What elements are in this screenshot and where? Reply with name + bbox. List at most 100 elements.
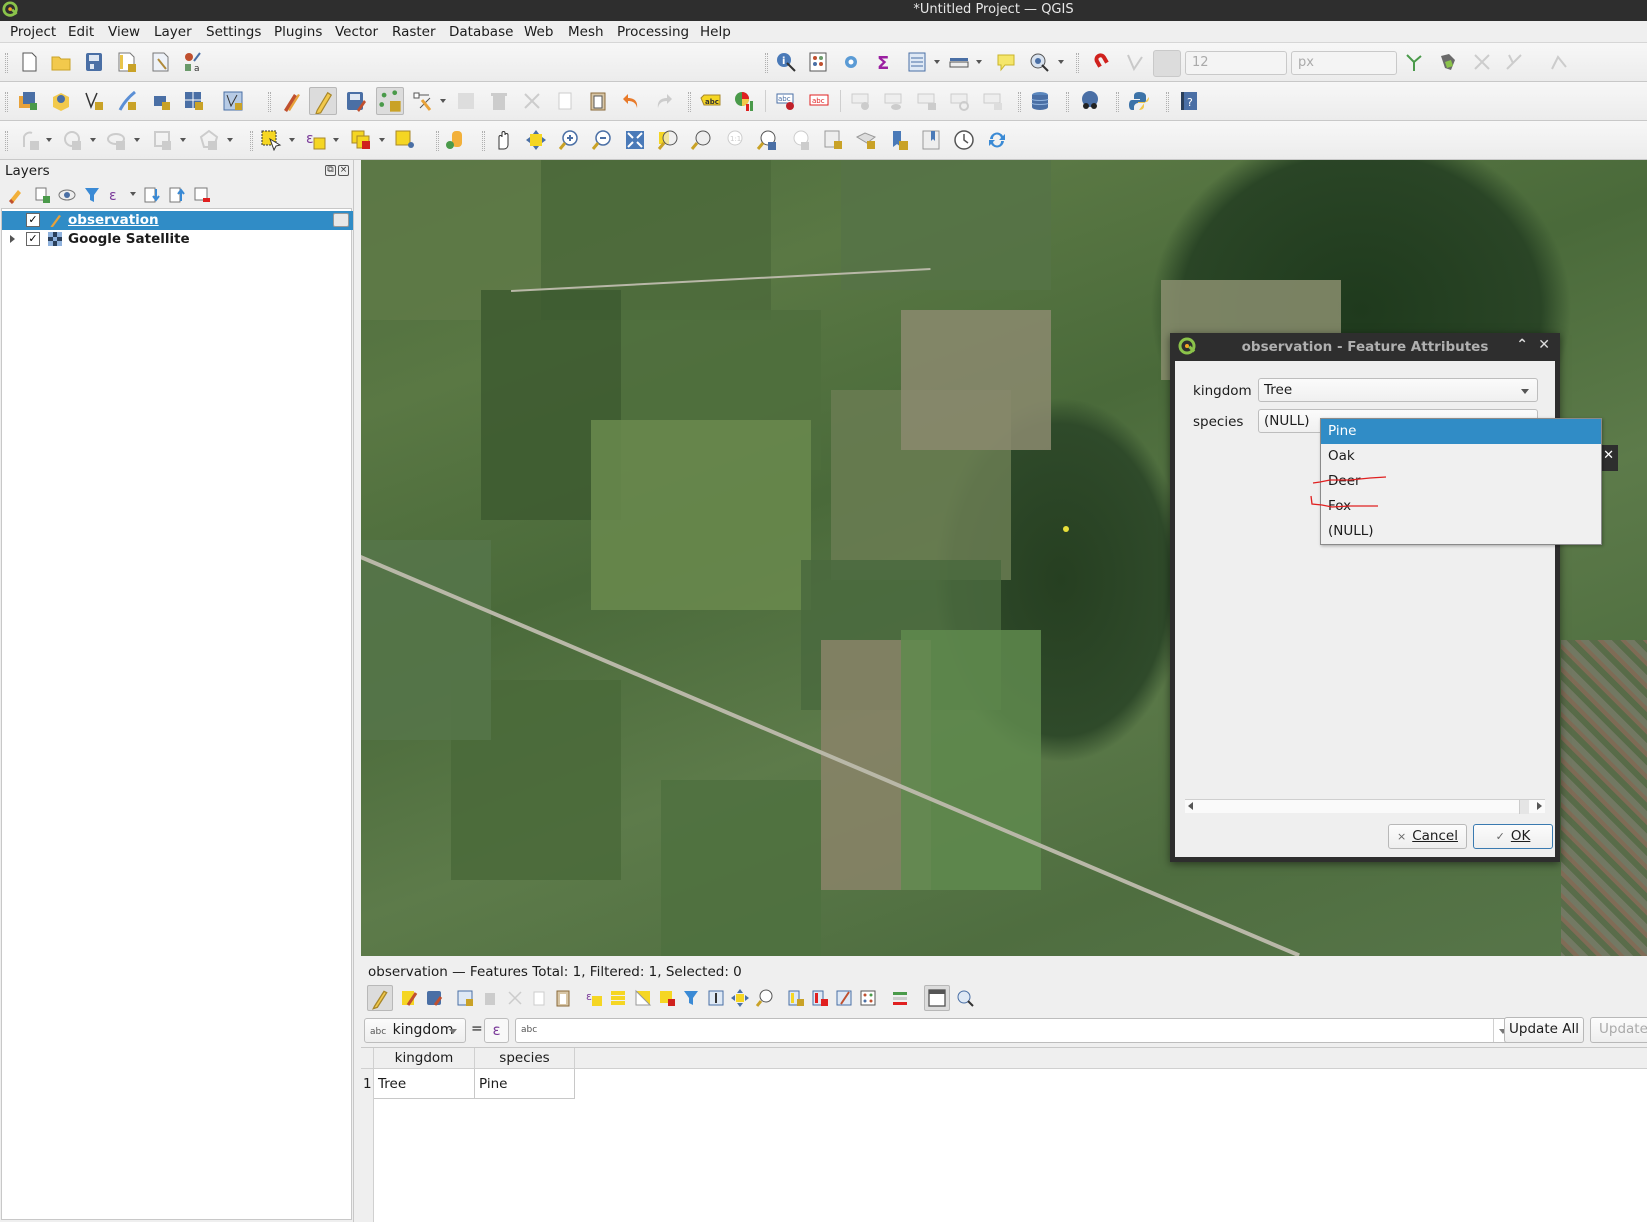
toolbar-grip[interactable] [5,53,8,73]
table-cell-kingdom[interactable]: Tree [374,1069,475,1099]
menu-processing[interactable]: Processing [617,24,689,40]
layer-row-observation[interactable]: ✓ observation [2,211,353,230]
layout-manager-icon[interactable] [150,51,172,73]
show-bookmarks-icon[interactable] [920,129,942,151]
table-cell-species[interactable]: Pine [475,1069,575,1099]
toolbar-grip[interactable] [268,92,271,112]
cancel-button[interactable]: × Cancel [1388,824,1467,849]
pan-map-icon[interactable] [492,129,514,151]
close-panel-icon[interactable]: × [338,165,349,176]
db-manager-icon[interactable] [1029,90,1051,112]
toolbar-grip[interactable] [688,92,691,112]
menu-mesh[interactable]: Mesh [568,24,604,40]
ok-button[interactable]: ✓ OK [1473,824,1553,849]
help-icon[interactable]: ? [1178,90,1200,112]
data-source-manager-icon[interactable] [17,90,39,112]
observation-point-marker[interactable] [1063,526,1069,532]
expression-builder-button[interactable]: ε [484,1018,509,1043]
locator-search-icon[interactable] [1028,51,1050,73]
menu-project[interactable]: Project [10,24,56,40]
dialog-horizontal-scrollbar[interactable] [1185,799,1545,814]
map-tips-icon[interactable] [995,51,1017,73]
snap-tolerance-spinbox[interactable]: 12 [1185,51,1287,75]
menu-help[interactable]: Help [700,24,731,40]
menu-raster[interactable]: Raster [392,24,436,40]
kingdom-select[interactable]: Tree [1258,378,1538,402]
dropdown-option-fox[interactable]: Fox [1321,494,1601,519]
select-by-location-icon[interactable] [394,129,416,151]
pan-to-selection-icon[interactable] [525,129,547,151]
measure-line-icon[interactable] [948,51,970,73]
expand-all-icon[interactable] [143,186,161,204]
open-project-icon[interactable] [50,51,72,73]
new-shapefile-icon[interactable] [83,90,105,112]
new-virtual-layer-icon[interactable] [150,90,172,112]
processing-toolbox-icon[interactable] [840,51,862,73]
new-print-layout-icon[interactable] [116,51,138,73]
deselect-all-icon[interactable] [658,989,676,1007]
zoom-in-icon[interactable] [558,129,580,151]
snap-mode-button[interactable] [1153,50,1181,77]
multi-edit-icon[interactable] [400,989,418,1007]
snap-unit-select[interactable]: px [1291,51,1397,75]
new-map-view-icon[interactable] [822,129,844,151]
avoid-overlap-icon[interactable] [1437,51,1459,73]
current-edits-icon[interactable] [280,90,302,112]
toolbar-grip[interactable] [5,131,8,151]
temporal-controller-db-icon[interactable] [444,129,466,151]
filter-by-expression-icon[interactable]: ε [108,186,126,204]
toolbar-grip[interactable] [765,53,768,73]
column-header-species[interactable]: species [475,1048,575,1069]
dropdown-option-oak[interactable]: Oak [1321,444,1601,469]
topological-editing-icon[interactable] [1403,51,1425,73]
scroll-left-icon[interactable] [1188,802,1193,810]
organize-columns-icon[interactable] [835,989,853,1007]
toolbar-grip[interactable] [1066,92,1069,112]
new-project-icon[interactable] [18,51,40,73]
menu-plugins[interactable]: Plugins [274,24,322,40]
attribute-table-icon[interactable] [906,51,928,73]
new-temporary-layer-icon[interactable] [116,90,138,112]
filter-legend-icon[interactable] [83,186,101,204]
dropdown-option-null[interactable]: (NULL) [1321,519,1601,544]
vertex-tool-icon[interactable] [412,90,434,112]
field-value-input[interactable]: abc [515,1018,1515,1043]
move-selection-top-icon[interactable] [707,989,725,1007]
actions-icon[interactable] [956,989,974,1007]
float-panel-icon[interactable]: ⧉ [325,165,336,176]
scroll-right-icon[interactable] [1537,802,1542,810]
new-mesh-layer-icon[interactable] [183,90,205,112]
label-tool-icon[interactable]: abc [700,90,722,112]
reload-table-icon[interactable] [456,989,474,1007]
style-manager-icon[interactable]: a [182,51,204,73]
delete-field-icon[interactable] [811,989,829,1007]
deselect-features-icon[interactable] [350,129,372,151]
menu-web[interactable]: Web [524,24,553,40]
expand-arrow-icon[interactable] [10,235,15,243]
measure-dropdown-arrow[interactable] [976,60,982,64]
save-layer-edits-icon[interactable] [345,90,367,112]
menu-settings[interactable]: Settings [206,24,261,40]
menu-vector[interactable]: Vector [335,24,378,40]
metasearch-icon[interactable] [1079,90,1101,112]
new-field-icon[interactable] [787,989,805,1007]
select-dropdown-arrow[interactable] [289,138,295,142]
layer-edit-mode-icon[interactable] [333,213,349,227]
identify-features-icon[interactable]: i [775,51,797,73]
statistics-sum-icon[interactable]: Σ [873,51,895,73]
dock-table-icon[interactable] [924,985,950,1011]
add-point-feature-icon[interactable] [376,87,404,115]
remove-layer-icon[interactable] [193,186,211,204]
temporal-controller-icon[interactable] [953,129,975,151]
select-by-expression-icon[interactable]: ε [585,989,603,1007]
diagram-tool-icon[interactable] [733,90,755,112]
dropdown-option-deer[interactable]: Deer [1321,469,1601,494]
label-highlight-icon[interactable]: abc [808,90,830,112]
menu-database[interactable]: Database [449,24,513,40]
column-header-kingdom[interactable]: kingdom [374,1048,475,1069]
update-all-button[interactable]: Update All [1504,1017,1584,1043]
snapping-magnet-icon[interactable] [1091,51,1113,73]
toggle-editing-icon[interactable] [367,985,393,1011]
add-group-icon[interactable] [33,186,51,204]
scroll-thumb[interactable] [1519,800,1529,814]
